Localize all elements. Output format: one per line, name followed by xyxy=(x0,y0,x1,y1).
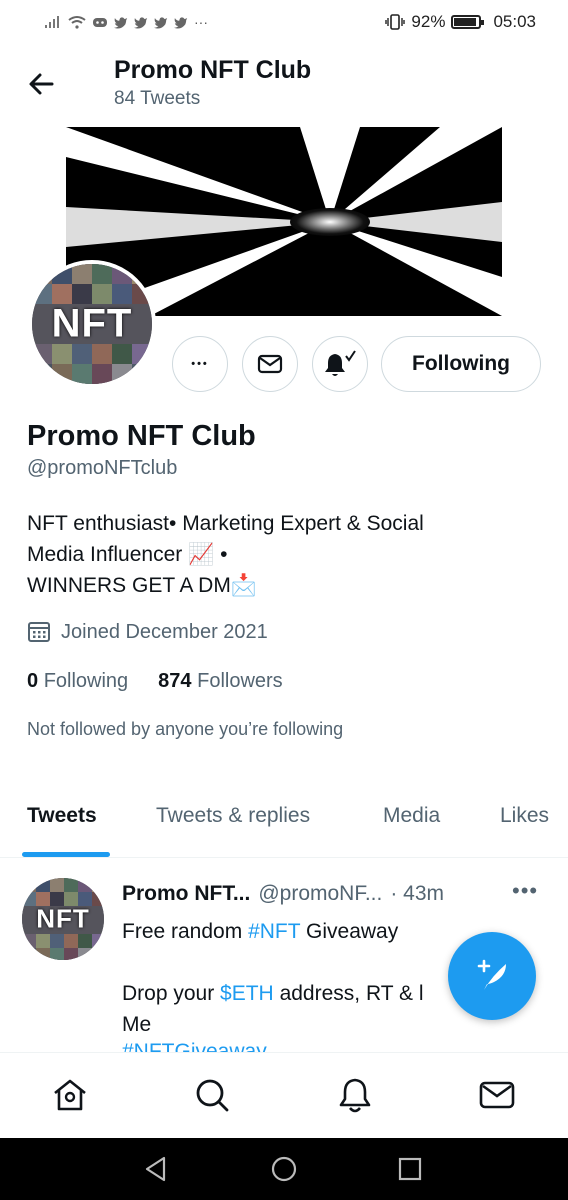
active-tab-indicator xyxy=(22,852,110,857)
battery-icon xyxy=(451,15,485,29)
tweet-avatar-label: NFT xyxy=(36,903,90,934)
tab-tweets[interactable]: Tweets xyxy=(27,804,97,828)
status-bar: ··· 92% 05:03 xyxy=(0,0,568,44)
cashtag-link[interactable]: $ETH xyxy=(220,982,274,1005)
message-button[interactable] xyxy=(242,336,298,392)
mail-icon xyxy=(257,354,283,374)
profile-bio: NFT enthusiast• Marketing Expert & Socia… xyxy=(27,508,527,601)
vibrate-icon xyxy=(385,14,406,30)
bio-line: NFT enthusiast• Marketing Expert & Socia… xyxy=(27,512,424,535)
system-navigation-bar xyxy=(0,1138,568,1200)
bell-icon xyxy=(325,350,356,376)
tab-tweets-replies[interactable]: Tweets & replies xyxy=(156,804,310,828)
twitter-notify-icon xyxy=(114,16,128,29)
status-icons-right: 92% 05:03 xyxy=(385,12,536,32)
tweet-header: Promo NFT... @promoNF... · 43m xyxy=(122,882,444,906)
messages-icon[interactable] xyxy=(477,1075,517,1115)
back-triangle-icon[interactable] xyxy=(140,1153,172,1185)
mutual-followers-note: Not followed by anyone you’re following xyxy=(27,719,344,739)
tweet-time[interactable]: · 43m xyxy=(390,882,444,906)
recents-square-icon[interactable] xyxy=(394,1153,426,1185)
status-overflow: ··· xyxy=(194,14,208,30)
bottom-navigation xyxy=(0,1052,568,1138)
home-icon[interactable] xyxy=(50,1075,90,1115)
twitter-notify-icon xyxy=(154,16,168,29)
profile-header: Promo NFT Club 84 Tweets xyxy=(0,44,568,126)
notifications-icon[interactable] xyxy=(335,1075,375,1115)
tweet-author-handle[interactable]: @promoNF... xyxy=(258,882,382,906)
profile-avatar[interactable]: NFT xyxy=(28,260,156,388)
signal-icon xyxy=(45,16,59,28)
tweet-more-icon[interactable]: ••• xyxy=(512,878,538,904)
joined-text: Joined December 2021 xyxy=(61,620,268,643)
profile-handle: @promoNFTclub xyxy=(27,457,178,479)
notifications-button[interactable] xyxy=(312,336,368,392)
bio-line: Media Influencer 📈 • xyxy=(27,543,228,566)
following-count: 0 xyxy=(27,670,39,692)
follow-counts: 0 Following 874 Followers xyxy=(27,670,283,693)
tab-media[interactable]: Media xyxy=(383,804,440,828)
battery-percent: 92% xyxy=(411,12,446,31)
bio-line: WINNERS GET A DM📩 xyxy=(27,574,257,597)
more-options-button[interactable]: ••• xyxy=(172,336,228,392)
search-icon[interactable] xyxy=(192,1075,232,1115)
following-count-link[interactable]: 0 Following xyxy=(27,670,128,693)
header-title: Promo NFT Club xyxy=(114,56,312,84)
following-label: Following xyxy=(43,670,129,692)
calendar-icon xyxy=(28,622,50,642)
home-circle-icon[interactable] xyxy=(268,1153,300,1185)
tweet-text-segment: Free random xyxy=(122,920,249,943)
avatar-label: NFT xyxy=(51,301,133,346)
tweet-text-segment: Drop your xyxy=(122,982,221,1005)
tweet-avatar[interactable]: NFT xyxy=(22,878,104,960)
tab-likes[interactable]: Likes xyxy=(500,804,549,828)
tweet-text-segment: address, RT & l xyxy=(273,982,424,1005)
twitter-notify-icon xyxy=(134,16,148,29)
joined-date: Joined December 2021 xyxy=(27,620,268,644)
hashtag-link[interactable]: #NFT xyxy=(248,920,300,943)
discord-icon xyxy=(93,18,107,27)
followers-count: 874 xyxy=(158,670,192,692)
wifi-icon xyxy=(68,16,86,29)
followers-label: Followers xyxy=(197,670,283,692)
tweet-text-segment: Giveaway xyxy=(300,920,399,943)
compose-tweet-button[interactable] xyxy=(448,932,536,1020)
back-arrow-icon[interactable] xyxy=(22,64,62,104)
tweet-author-name[interactable]: Promo NFT... xyxy=(122,882,250,906)
tweet-count: 84 Tweets xyxy=(114,88,201,109)
followers-count-link[interactable]: 874 Followers xyxy=(158,670,283,693)
battery-fill xyxy=(454,18,477,26)
profile-name: Promo NFT Club xyxy=(27,420,256,452)
compose-icon xyxy=(477,959,506,990)
more-icon: ••• xyxy=(191,358,209,370)
profile-tabs: Tweets Tweets & replies Media Likes xyxy=(0,790,568,858)
status-icons-left: ··· xyxy=(44,14,385,30)
twitter-notify-icon xyxy=(174,16,188,29)
hashtag-link-partial[interactable]: #NFTGiveaway xyxy=(122,1040,267,1052)
clock: 05:03 xyxy=(493,12,536,31)
following-button[interactable]: Following xyxy=(381,336,541,392)
